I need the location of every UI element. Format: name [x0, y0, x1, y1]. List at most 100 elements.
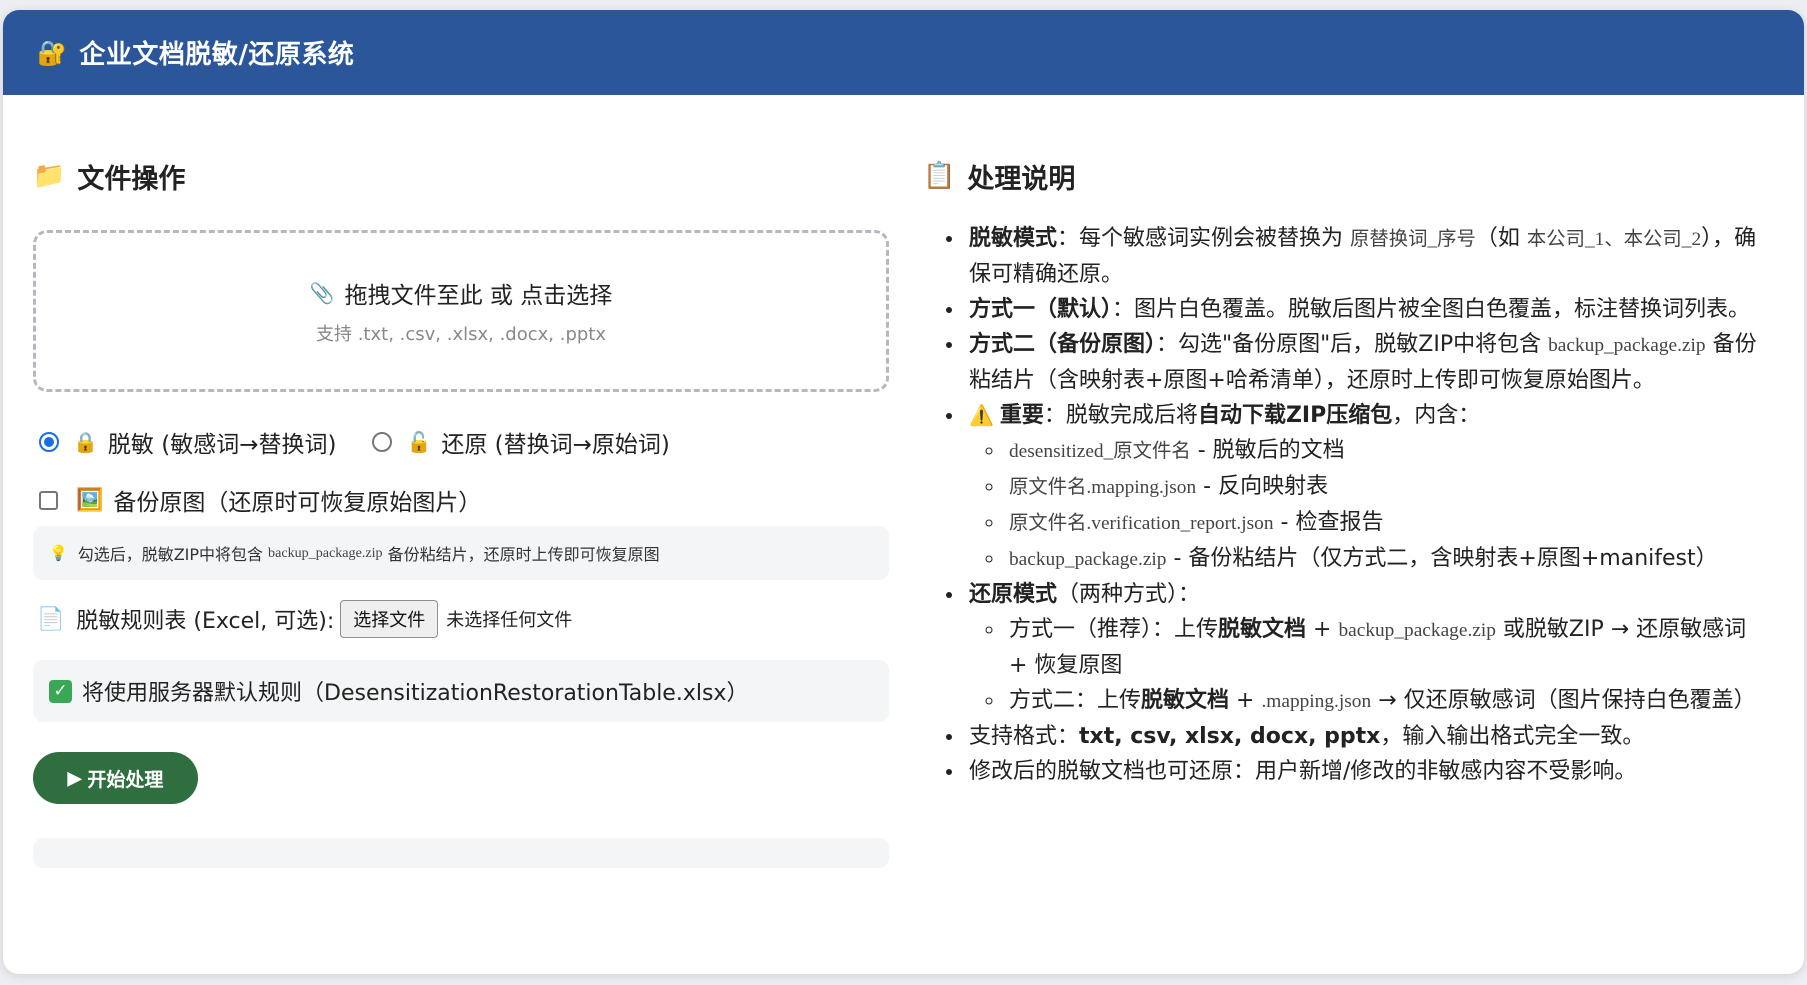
item-text: （两种方式）： [1057, 582, 1201, 607]
item-code: 原文件名.verification_report.json [1009, 513, 1274, 534]
dropzone-main-text: 拖拽文件至此 或 点击选择 [344, 283, 613, 309]
hint-code: backup_package.zip [268, 544, 383, 561]
item-bold: 自动下载ZIP压缩包 [1197, 403, 1393, 428]
list-item: 原文件名.verification_report.json - 检查报告 [1005, 505, 1768, 541]
item-text: - 检查报告 [1273, 510, 1384, 535]
app-title: 企业文档脱敏/还原系统 [79, 40, 355, 70]
item-code: desensitized_原文件名 [1009, 441, 1191, 462]
list-item: 方式二（备份原图）：勾选"备份原图"后，脱敏ZIP中将包含 backup_pac… [965, 327, 1768, 398]
document-icon: 📄 [37, 606, 65, 632]
section-title-text: 处理说明 [967, 163, 1076, 195]
item-code: 原替换词_序号 [1350, 229, 1476, 250]
default-rules-text: 将使用服务器默认规则（DesensitizationRestorationTab… [82, 681, 749, 706]
item-bold: 脱敏模式 [969, 226, 1058, 251]
lightbulb-icon: 💡 [49, 544, 68, 562]
backup-image-option[interactable]: 🖼️ 备份原图（还原时可恢复原始图片） [33, 480, 889, 520]
item-code: backup_package.zip [1548, 335, 1706, 356]
item-code: .mapping.json [1261, 691, 1372, 712]
item-bold: 脱敏文档 [1141, 688, 1230, 713]
item-text: ：勾选"备份原图"后，脱敏ZIP中将包含 [1156, 332, 1542, 357]
item-text: （如 [1475, 226, 1520, 251]
check-icon: ✓ [49, 679, 72, 703]
list-item: backup_package.zip - 备份粘结片（仅方式二，含映射表+原图+… [1005, 541, 1768, 577]
item-text: 方式二：上传 [1009, 688, 1142, 713]
choose-file-button[interactable]: 选择文件 [340, 600, 439, 638]
file-status: 未选择任何文件 [446, 610, 573, 631]
list-item: 支持格式：txt, csv, xlsx, docx, pptx，输入输出格式完全… [965, 719, 1768, 754]
item-bold: 重要 [999, 403, 1044, 428]
list-item: 还原模式（两种方式）： 方式一（推荐）：上传脱敏文档 + backup_pack… [965, 577, 1768, 719]
item-bold: 还原模式 [969, 582, 1058, 607]
rules-file-row: 📄 脱敏规则表 (Excel, 可选): 选择文件 未选择任何文件 [33, 594, 889, 644]
item-bold: 脱敏文档 [1218, 617, 1307, 642]
backup-image-checkbox[interactable] [39, 490, 58, 510]
item-text: 修改后的脱敏文档也可还原：用户新增/修改的非敏感内容不受影响。 [969, 759, 1637, 784]
section-title-text: 文件操作 [77, 163, 186, 195]
rules-file-label: 脱敏规则表 (Excel, 可选): [76, 609, 335, 634]
default-rules-notice: ✓ 将使用服务器默认规则（DesensitizationRestorationT… [33, 660, 889, 722]
item-text: - 备份粘结片（仅方式二，含映射表+原图+manifest） [1166, 546, 1718, 571]
list-item: ⚠️重要：脱敏完成后将自动下载ZIP压缩包，内含： desensitized_原… [965, 398, 1768, 577]
item-text: 支持格式： [969, 724, 1080, 749]
instructions-list: 脱敏模式：每个敏感词实例会被替换为 原替换词_序号（如 本公司_1、本公司_2）… [965, 221, 1768, 789]
list-item: 方式一（默认）：图片白色覆盖。脱敏后图片被全图白色覆盖，标注替换词列表。 [965, 292, 1768, 327]
paperclip-icon: 📎 [309, 281, 335, 305]
list-item: 方式一（推荐）：上传脱敏文档 + backup_package.zip 或脱敏Z… [1005, 612, 1768, 683]
hint-suffix: 备份粘结片，还原时上传即可恢复原图 [387, 545, 660, 564]
item-text: ：每个敏感词实例会被替换为 [1057, 226, 1344, 251]
lock-icon: 🔐 [37, 38, 68, 67]
item-code: 原文件名.mapping.json [1009, 477, 1197, 498]
folder-icon: 📁 [33, 161, 66, 191]
item-text: ，输入输出格式完全一致。 [1380, 724, 1645, 749]
item-text: - 反向映射表 [1196, 474, 1329, 499]
dropzone-supported-formats: 支持 .txt, .csv, .xlsx, .docx, .pptx [315, 324, 607, 345]
item-text: 方式一（推荐）：上传 [1009, 617, 1219, 642]
item-bold: 方式一（默认） [969, 297, 1113, 322]
item-text: ：脱敏完成后将 [1043, 403, 1198, 428]
start-processing-button[interactable]: ▶ 开始处理 [33, 752, 198, 804]
list-item: desensitized_原文件名 - 脱敏后的文档 [1005, 433, 1768, 469]
lock-icon: 🔒 [73, 430, 98, 454]
item-text: → 仅还原敏感词（图片保持白色覆盖） [1371, 688, 1756, 713]
content-area: 📁 文件操作 📎 拖拽文件至此 或 点击选择 支持 .txt, .csv, .x… [3, 95, 1804, 974]
list-item: 方式二：上传脱敏文档 + .mapping.json → 仅还原敏感词（图片保持… [1005, 683, 1768, 719]
zip-contents-list: desensitized_原文件名 - 脱敏后的文档 原文件名.mapping.… [1005, 433, 1768, 577]
clipboard-icon: 📋 [923, 161, 956, 191]
app-card: 🔐 企业文档脱敏/还原系统 📁 文件操作 📎 拖拽文件至此 或 点击选择 支持 … [3, 10, 1804, 974]
list-item: 原文件名.mapping.json - 反向映射表 [1005, 469, 1768, 505]
restore-modes-list: 方式一（推荐）：上传脱敏文档 + backup_package.zip 或脱敏Z… [1005, 612, 1768, 719]
item-text: + [1306, 617, 1339, 642]
item-code: backup_package.zip [1009, 549, 1167, 570]
image-icon: 🖼️ [76, 487, 104, 513]
restore-label: 还原 (替换词→原始词) [441, 432, 670, 458]
unlock-icon: 🔓 [406, 430, 432, 454]
warning-icon: ⚠️ [969, 403, 994, 427]
list-item: 脱敏模式：每个敏感词实例会被替换为 原替换词_序号（如 本公司_1、本公司_2）… [965, 221, 1768, 292]
restore-radio[interactable] [372, 432, 393, 452]
dropzone-main: 📎 拖拽文件至此 或 点击选择 [310, 276, 613, 310]
item-text: ，内含： [1392, 403, 1481, 428]
item-bold: txt, csv, xlsx, docx, pptx [1079, 724, 1381, 749]
mode-selector: 🔒 脱敏 (敏感词→替换词) 🔓 还原 (替换词→原始词) [33, 422, 889, 462]
file-operations-title: 📁 文件操作 [33, 157, 889, 195]
app-header: 🔐 企业文档脱敏/还原系统 [3, 10, 1804, 95]
item-bold: 方式二（备份原图） [969, 332, 1157, 357]
result-area [33, 838, 889, 868]
instructions-panel: 📋 处理说明 脱敏模式：每个敏感词实例会被替换为 原替换词_序号（如 本公司_1… [923, 157, 1768, 789]
backup-image-label: 备份原图（还原时可恢复原始图片） [113, 490, 482, 516]
desensitize-label: 脱敏 (敏感词→替换词) [107, 432, 337, 458]
desensitize-radio[interactable] [39, 432, 59, 452]
mode-desensitize-option[interactable]: 🔒 脱敏 (敏感词→替换词) [33, 425, 336, 459]
backup-hint: 💡 勾选后，脱敏ZIP中将包含 backup_package.zip 备份粘结片… [33, 526, 889, 580]
item-code: 本公司_1、本公司_2 [1526, 229, 1702, 250]
mode-restore-option[interactable]: 🔓 还原 (替换词→原始词) [366, 425, 670, 459]
start-button-label: 开始处理 [87, 769, 164, 791]
item-text: ：图片白色覆盖。脱敏后图片被全图白色覆盖，标注替换词列表。 [1112, 297, 1751, 322]
item-text: - 脱敏后的文档 [1190, 438, 1345, 463]
item-code: backup_package.zip [1338, 620, 1496, 641]
file-dropzone[interactable]: 📎 拖拽文件至此 或 点击选择 支持 .txt, .csv, .xlsx, .d… [33, 230, 889, 392]
list-item: 修改后的脱敏文档也可还原：用户新增/修改的非敏感内容不受影响。 [965, 754, 1768, 789]
play-icon: ▶ [67, 767, 82, 788]
instructions-title: 📋 处理说明 [923, 157, 1768, 195]
file-operations-panel: 📁 文件操作 📎 拖拽文件至此 或 点击选择 支持 .txt, .csv, .x… [33, 157, 889, 868]
